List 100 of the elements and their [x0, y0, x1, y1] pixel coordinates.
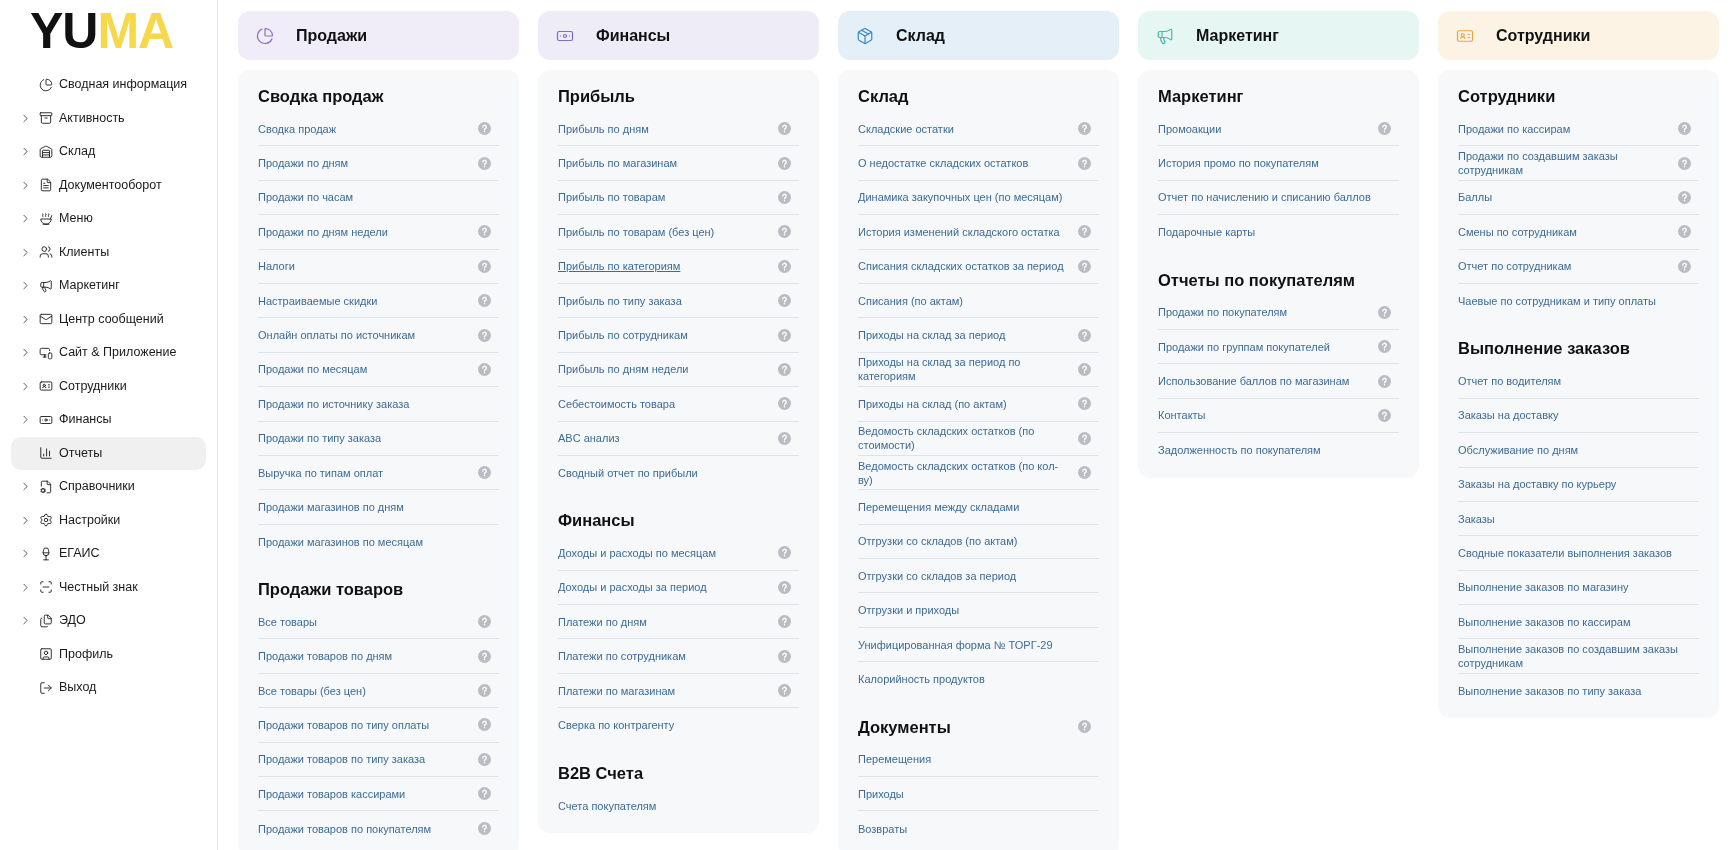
help-icon[interactable]: [778, 190, 791, 204]
help-icon[interactable]: [1078, 397, 1091, 411]
help-icon[interactable]: [1378, 408, 1391, 422]
report-link[interactable]: Продажи по создавшим заказы сотрудникам: [1458, 149, 1670, 178]
report-link[interactable]: Ведомость складских остатков (по кол-ву): [858, 458, 1070, 487]
report-link[interactable]: Налоги: [258, 259, 295, 274]
help-icon[interactable]: [778, 225, 791, 239]
sidebar-item[interactable]: Отчеты: [11, 436, 206, 470]
help-icon[interactable]: [478, 156, 491, 170]
report-link[interactable]: Прибыль по товарам (без цен): [558, 224, 715, 239]
report-link[interactable]: Приходы на склад за период по категориям: [858, 355, 1070, 384]
sidebar-item[interactable]: Справочники: [11, 470, 206, 504]
help-icon[interactable]: [478, 822, 491, 836]
report-link[interactable]: Все товары: [258, 614, 317, 629]
report-link[interactable]: Онлайн оплаты по источникам: [258, 328, 416, 343]
help-icon[interactable]: [1678, 156, 1691, 170]
help-icon[interactable]: [1678, 225, 1691, 239]
sidebar-item[interactable]: Меню: [11, 202, 206, 236]
help-icon[interactable]: [1378, 305, 1391, 319]
help-icon[interactable]: [1678, 122, 1691, 136]
report-link[interactable]: Продажи по кассирам: [1458, 121, 1571, 136]
sidebar-item[interactable]: Склад: [11, 135, 206, 169]
report-link[interactable]: Смены по сотрудникам: [1458, 224, 1577, 239]
help-icon[interactable]: [1378, 122, 1391, 136]
report-link[interactable]: Выполнение заказов по типу заказа: [1458, 684, 1642, 699]
sidebar-item[interactable]: Выход: [11, 671, 206, 705]
report-link[interactable]: О недостатке складских остатков: [858, 156, 1029, 171]
help-icon[interactable]: [478, 259, 491, 273]
help-icon[interactable]: [478, 684, 491, 698]
help-icon[interactable]: [778, 328, 791, 342]
report-link[interactable]: Прибыль по сотрудникам: [558, 328, 688, 343]
help-icon[interactable]: [478, 328, 491, 342]
report-link[interactable]: Перемещения: [858, 752, 932, 767]
report-link[interactable]: Использование баллов по магазинам: [1158, 374, 1350, 389]
report-link[interactable]: Продажи по дням недели: [258, 224, 388, 239]
help-icon[interactable]: [778, 431, 791, 445]
report-link[interactable]: Продажи товаров кассирами: [258, 786, 406, 801]
report-link[interactable]: ABC анализ: [558, 431, 620, 446]
report-link[interactable]: Унифицированная форма № ТОРГ-29: [858, 637, 1053, 652]
report-link[interactable]: Отгрузки со складов (по актам): [858, 534, 1018, 549]
help-icon[interactable]: [778, 580, 791, 594]
help-icon[interactable]: [778, 397, 791, 411]
report-link[interactable]: Доходы и расходы за период: [558, 580, 707, 595]
report-link[interactable]: Прибыль по типу заказа: [558, 293, 682, 308]
report-link[interactable]: Продажи товаров по покупателям: [258, 821, 432, 836]
sidebar-item[interactable]: Сводная информация: [11, 68, 206, 102]
report-link[interactable]: Сводные показатели выполнения заказов: [1458, 546, 1672, 560]
help-icon[interactable]: [1678, 259, 1691, 273]
report-link[interactable]: Динамика закупочных цен (по месяцам): [858, 190, 1063, 205]
sidebar-item[interactable]: Настройки: [11, 503, 206, 537]
report-link[interactable]: Выполнение заказов по создавшим заказы сотрудникам: [1458, 642, 1691, 671]
report-link[interactable]: Продажи по типу заказа: [258, 431, 382, 446]
report-link[interactable]: Заказы на доставку: [1458, 408, 1559, 423]
report-link[interactable]: Настраиваемые скидки: [258, 293, 378, 308]
report-link[interactable]: Выручка по типам оплат: [258, 465, 384, 480]
help-icon[interactable]: [478, 718, 491, 732]
report-link[interactable]: Подарочные карты: [1158, 225, 1256, 240]
sidebar-item[interactable]: Сайт & Приложение: [11, 336, 206, 370]
report-link[interactable]: История промо по покупателям: [1158, 156, 1319, 171]
report-link[interactable]: Платежи по сотрудникам: [558, 649, 686, 664]
report-link[interactable]: Заказы: [1458, 511, 1495, 526]
report-link[interactable]: Выполнение заказов по кассирам: [1458, 614, 1631, 629]
report-link[interactable]: Складские остатки: [858, 121, 954, 136]
report-link[interactable]: Продажи по группам покупателей: [1158, 339, 1330, 354]
help-icon[interactable]: [478, 294, 491, 308]
report-link[interactable]: Отчет по водителям: [1458, 374, 1562, 389]
help-icon[interactable]: [1678, 190, 1691, 204]
report-link[interactable]: Обслуживание по дням: [1458, 442, 1579, 457]
report-link[interactable]: Продажи по источнику заказа: [258, 396, 410, 411]
report-link[interactable]: Продажи по дням: [258, 156, 349, 171]
help-icon[interactable]: [478, 362, 491, 376]
help-icon[interactable]: [778, 362, 791, 376]
sidebar-item[interactable]: Профиль: [11, 637, 206, 671]
report-link[interactable]: Продажи магазинов по дням: [258, 500, 404, 514]
report-link[interactable]: Счета покупателям: [558, 798, 657, 813]
report-link[interactable]: Отгрузки и приходы: [858, 603, 960, 618]
help-icon[interactable]: [478, 122, 491, 136]
help-icon[interactable]: [1378, 374, 1391, 388]
report-link[interactable]: Отчет по начислению и списанию баллов: [1158, 190, 1371, 205]
report-link[interactable]: Прибыль по категориям: [558, 259, 681, 274]
report-link[interactable]: Приходы на склад (по актам): [858, 396, 1007, 411]
help-icon[interactable]: [478, 787, 491, 801]
help-icon[interactable]: [1078, 225, 1091, 239]
sidebar-item[interactable]: ЕГАИС: [11, 537, 206, 571]
help-icon[interactable]: [778, 615, 791, 629]
help-icon[interactable]: [778, 156, 791, 170]
report-link[interactable]: Контакты: [1158, 408, 1206, 423]
help-icon[interactable]: [478, 466, 491, 480]
report-link[interactable]: Приходы: [858, 786, 904, 801]
sidebar-item[interactable]: Сотрудники: [11, 369, 206, 403]
help-icon[interactable]: [478, 649, 491, 663]
help-icon[interactable]: [778, 684, 791, 698]
report-link[interactable]: Доходы и расходы по месяцам: [558, 546, 717, 560]
sidebar-item[interactable]: Клиенты: [11, 235, 206, 269]
report-link[interactable]: Сводка продаж: [258, 121, 337, 136]
report-link[interactable]: Ведомость складских остатков (по стоимости): [858, 424, 1070, 453]
report-link[interactable]: Продажи по месяцам: [258, 362, 368, 377]
report-link[interactable]: Прибыль по дням: [558, 121, 649, 136]
sidebar-item[interactable]: Честный знак: [11, 570, 206, 604]
report-link[interactable]: Платежи по дням: [558, 614, 647, 629]
